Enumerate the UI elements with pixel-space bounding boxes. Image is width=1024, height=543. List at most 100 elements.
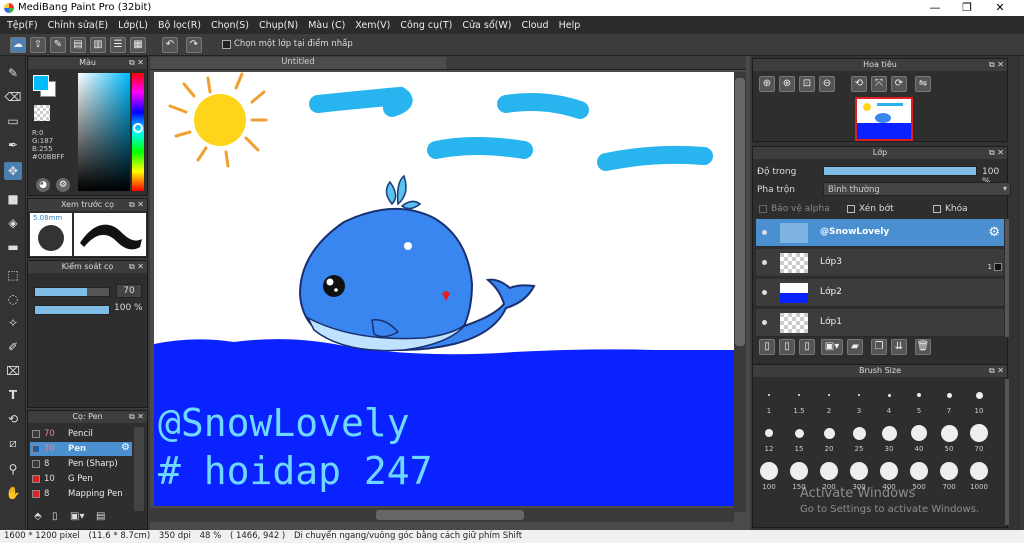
visibility-icon[interactable]: [762, 290, 767, 295]
brush-list-item[interactable]: 8 Mapping Pen: [30, 487, 132, 501]
brush-size-dot[interactable]: [946, 392, 952, 398]
undo-icon[interactable]: ↶: [162, 37, 178, 53]
brush-settings-icon[interactable]: ⚙: [121, 442, 130, 453]
new-halftone-layer-icon[interactable]: ▯: [779, 339, 795, 355]
brush-size-dot[interactable]: [910, 462, 928, 480]
transparent-swatch[interactable]: [34, 105, 50, 121]
panel-controls-icon[interactable]: ⧉ ✕: [129, 261, 144, 273]
layer-scrollbar[interactable]: [1005, 219, 1009, 337]
fit-icon[interactable]: ⊡: [799, 76, 815, 92]
fit-screen-icon[interactable]: ⤧: [871, 76, 887, 92]
layer-row-1[interactable]: Lớp1: [756, 309, 1004, 337]
brush-menu-icon[interactable]: ▣▾: [70, 511, 88, 523]
foreground-color-swatch[interactable]: [33, 75, 49, 91]
menu-cloud[interactable]: Cloud: [516, 20, 553, 31]
add-brush-icon[interactable]: ⬘: [34, 511, 46, 523]
protect-alpha-checkbox[interactable]: [759, 205, 767, 213]
rectangle-tool-icon[interactable]: ▭: [4, 112, 22, 130]
folder-icon[interactable]: ▰: [847, 339, 863, 355]
lock-checkbox[interactable]: [933, 205, 941, 213]
brush-size-dot[interactable]: [881, 425, 897, 441]
saturation-value-field[interactable]: [78, 73, 130, 191]
close-button[interactable]: ✕: [985, 0, 1015, 16]
brush-size-dot[interactable]: [828, 394, 830, 396]
brush-list-item[interactable]: 10 G Pen: [30, 472, 132, 486]
layer-row-2[interactable]: Lớp2: [756, 279, 1004, 307]
new-brush-icon[interactable]: ▯: [52, 511, 64, 523]
menu-view[interactable]: Xem(V): [350, 20, 395, 31]
panel-controls-icon[interactable]: ⧉ ✕: [989, 147, 1004, 159]
brush-size-dot[interactable]: [794, 428, 804, 438]
flip-icon[interactable]: ⇋: [915, 76, 931, 92]
brush-list-item[interactable]: 70 Pencil: [30, 427, 132, 441]
zoom-in-alt-icon[interactable]: ⊕: [779, 76, 795, 92]
menu-edit[interactable]: Chỉnh sửa(E): [43, 20, 114, 31]
brush-size-value[interactable]: 70: [116, 284, 142, 298]
brush-opacity-slider[interactable]: [34, 305, 110, 315]
hand-tool-icon[interactable]: ✋: [4, 484, 22, 502]
panel-controls-icon[interactable]: ⧉ ✕: [989, 365, 1004, 377]
merge-layer-icon[interactable]: ⇊: [891, 339, 907, 355]
menu-color[interactable]: Màu (C): [303, 20, 350, 31]
document-tab[interactable]: Untitled: [150, 57, 446, 69]
zoom-out-icon[interactable]: ⊖: [819, 76, 835, 92]
brush-size-dot[interactable]: [940, 462, 958, 480]
menu-help[interactable]: Help: [554, 20, 586, 31]
brush-size-dot[interactable]: [858, 394, 860, 396]
palette-icon[interactable]: ◕: [36, 178, 50, 192]
panel-controls-icon[interactable]: ⧉ ✕: [129, 57, 144, 69]
brush-list-item[interactable]: 8 Pen (Sharp): [30, 457, 132, 471]
brush-size-dot[interactable]: [970, 424, 988, 442]
panel-controls-icon[interactable]: ⧉ ✕: [989, 59, 1004, 71]
rotate-left-icon[interactable]: ⟲: [851, 76, 867, 92]
panel-controls-icon[interactable]: ⧉ ✕: [129, 411, 144, 423]
new-layer-icon[interactable]: ▯: [759, 339, 775, 355]
brush-size-scrollbar[interactable]: [1005, 379, 1009, 525]
panel-controls-icon[interactable]: ⧉ ✕: [129, 199, 144, 211]
drawing-canvas[interactable]: @SnowLovely # hoidap 247: [154, 72, 734, 506]
brush-list-item[interactable]: 70 Pen ⚙: [30, 442, 132, 456]
select-pen-tool-icon[interactable]: ✐: [4, 338, 22, 356]
lasso-tool-icon[interactable]: ◌: [4, 290, 22, 308]
brush-size-dot[interactable]: [820, 462, 838, 480]
palette-settings-icon[interactable]: ⚙: [56, 178, 70, 192]
brush-size-dot[interactable]: [768, 394, 770, 396]
clipping-checkbox[interactable]: [847, 205, 855, 213]
brush-size-dot[interactable]: [970, 462, 988, 480]
gradient-tool-icon[interactable]: ▬: [4, 238, 22, 256]
menu-select[interactable]: Chọn(S): [206, 20, 254, 31]
horizontal-scrollbar[interactable]: [150, 508, 734, 522]
hue-handle[interactable]: [133, 123, 143, 133]
layer-row-3[interactable]: Lớp3 1: [756, 249, 1004, 277]
visibility-icon[interactable]: [762, 320, 767, 325]
brush-list-scrollbar[interactable]: [134, 427, 144, 511]
brush-size-slider[interactable]: [34, 287, 110, 297]
brush-size-dot[interactable]: [823, 427, 835, 439]
brush-size-dot[interactable]: [798, 394, 800, 396]
brush-size-dot[interactable]: [911, 425, 927, 441]
layer-opacity-slider[interactable]: [823, 166, 977, 176]
layer-settings-icon[interactable]: ⚙: [988, 225, 1000, 240]
speech-icon[interactable]: ▤: [70, 37, 86, 53]
menu-layer[interactable]: Lớp(L): [113, 20, 153, 31]
page-icon[interactable]: ▥: [90, 37, 106, 53]
bucket-tool-icon[interactable]: ◈: [4, 214, 22, 232]
minimize-button[interactable]: —: [920, 0, 950, 16]
export-icon[interactable]: ⇪: [30, 37, 46, 53]
brush-size-dot[interactable]: [940, 424, 958, 442]
maximize-button[interactable]: ❐: [952, 0, 982, 16]
layer-row-snowlovely[interactable]: @SnowLovely ⚙: [756, 219, 1004, 247]
eraser-tool-icon[interactable]: ⌫: [4, 88, 22, 106]
duplicate-layer-icon[interactable]: ❐: [871, 339, 887, 355]
cloud-icon[interactable]: ☁: [10, 37, 26, 53]
text-tool-icon[interactable]: T: [4, 386, 22, 404]
delete-layer-icon[interactable]: 🗑: [915, 339, 931, 355]
navigator-thumbnail[interactable]: [855, 97, 913, 141]
brush-size-dot[interactable]: [850, 462, 868, 480]
rotate-right-icon[interactable]: ⟳: [891, 76, 907, 92]
brush-size-dot[interactable]: [852, 426, 866, 440]
vertical-scrollbar[interactable]: [734, 72, 746, 512]
brush-size-dot[interactable]: [765, 429, 773, 437]
blend-mode-select[interactable]: Bình thường ▾: [823, 182, 1011, 196]
operation-tool-icon[interactable]: ⟲: [4, 410, 22, 428]
